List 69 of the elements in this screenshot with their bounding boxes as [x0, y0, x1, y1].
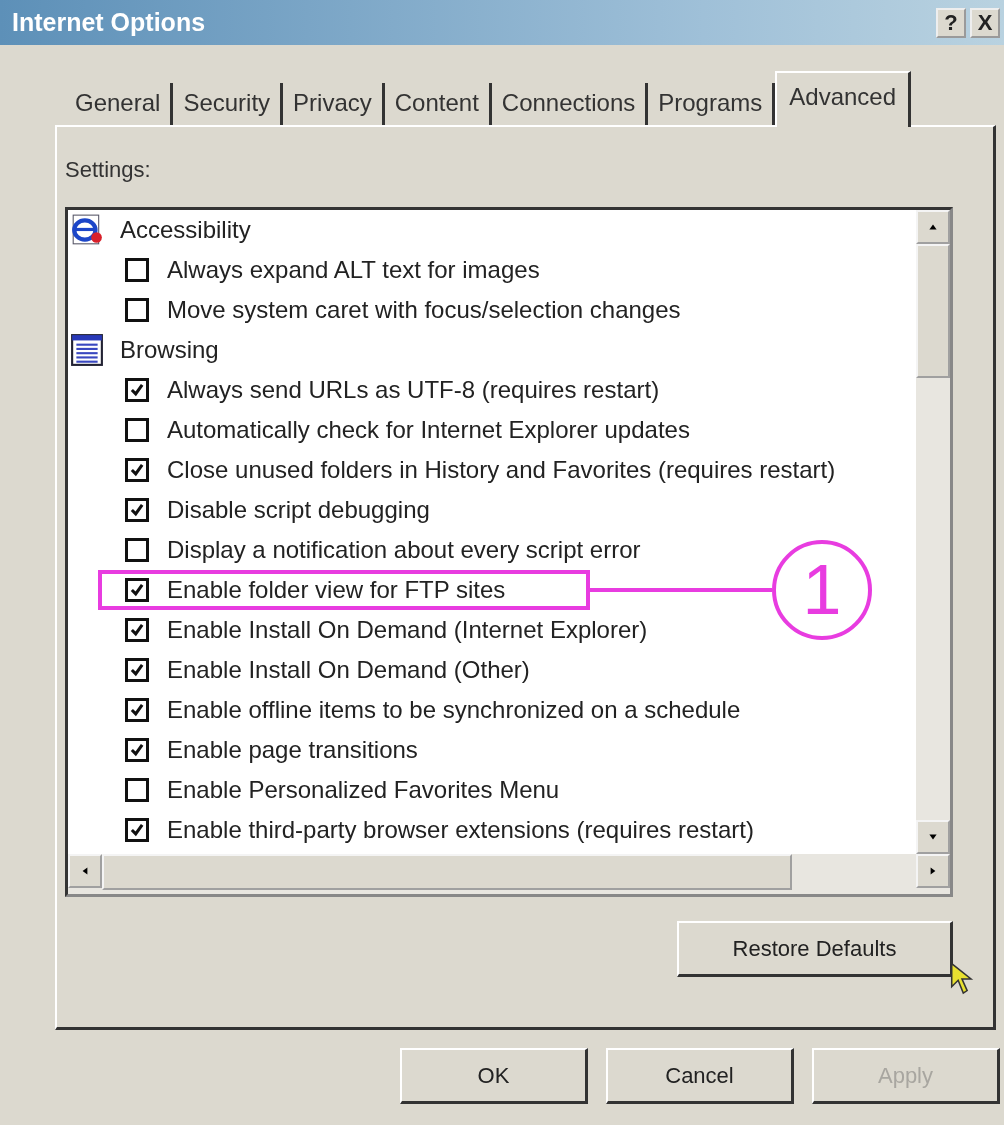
checkmark-icon: [128, 621, 146, 639]
callout-number: 1: [772, 540, 872, 640]
setting-row[interactable]: Enable page transitions: [98, 730, 590, 770]
setting-row[interactable]: Enable Install On Demand (Internet Explorer): [98, 610, 652, 650]
checkbox[interactable]: [125, 738, 149, 762]
checkbox[interactable]: [125, 538, 149, 562]
tab[interactable]: Advanced: [775, 71, 912, 127]
vertical-scrollbar[interactable]: [916, 210, 950, 854]
category-label: Browsing: [120, 336, 219, 364]
checkmark-icon: [128, 461, 146, 479]
checkbox[interactable]: [125, 778, 149, 802]
option-label: Always expand ALT text for images: [167, 256, 540, 284]
checkmark-icon: [128, 501, 146, 519]
browser-globe-icon: [70, 213, 104, 247]
option-label: Enable Install On Demand (Other): [167, 656, 530, 684]
window-title: Internet Options: [12, 8, 206, 37]
checkbox[interactable]: [125, 258, 149, 282]
option-label: Enable Personalized Favorites Menu: [167, 776, 560, 804]
checkbox[interactable]: [125, 658, 149, 682]
checkbox[interactable]: [125, 418, 149, 442]
setting-row[interactable]: Move system caret with focus/selection changes: [98, 290, 685, 330]
option-label: Move system caret with focus/selection changes: [167, 296, 681, 324]
checkbox[interactable]: [125, 298, 149, 322]
option-label: Disable script debugging: [167, 496, 430, 524]
dialog-button[interactable]: Cancel: [606, 1048, 794, 1104]
checkbox[interactable]: [125, 698, 149, 722]
setting-row[interactable]: Enable Install On Demand (Other): [98, 650, 590, 690]
setting-row[interactable]: Automatically check for Internet Explorer updates: [98, 410, 694, 450]
checkmark-icon: [128, 581, 146, 599]
setting-row[interactable]: Always send URLs as UTF-8 (requires restart): [98, 370, 664, 410]
restore-defaults-button[interactable]: Restore Defaults: [677, 921, 953, 977]
settings-label: Settings:: [65, 157, 152, 183]
checkmark-icon: [128, 661, 146, 679]
list-page-icon: [70, 333, 104, 367]
option-label: Enable Install On Demand (Internet Explorer): [167, 616, 648, 644]
option-label: Automatically check for Internet Explorer updates: [167, 416, 690, 444]
dialog-button[interactable]: OK: [400, 1048, 588, 1104]
mouse-pointer-icon: [949, 961, 975, 997]
setting-row[interactable]: Always expand ALT text for images: [98, 250, 590, 290]
option-label: Enable offline items to be synchronized on a schedule: [167, 696, 741, 724]
option-label: Display a notification about every script error: [167, 536, 641, 564]
close-button[interactable]: X: [970, 7, 1000, 38]
checkmark-icon: [128, 381, 146, 399]
help-button[interactable]: ?: [936, 7, 966, 38]
setting-row[interactable]: Enable folder view for FTP sites: [98, 570, 590, 610]
setting-row[interactable]: Enable Personalized Favorites Menu: [98, 770, 590, 810]
scroll-thumb[interactable]: [102, 854, 792, 890]
setting-row[interactable]: Enable third-party browser extensions (requires restart): [98, 810, 758, 850]
checkmark-icon: [128, 701, 146, 719]
option-label: Close unused folders in History and Favorites (requires restart): [167, 456, 836, 484]
setting-row[interactable]: Enable offline items to be synchronized on a schedule: [98, 690, 745, 730]
scroll-thumb[interactable]: [916, 244, 950, 378]
horizontal-scrollbar[interactable]: [68, 854, 950, 894]
category-label: Accessibility: [120, 216, 251, 244]
checkbox[interactable]: [125, 378, 149, 402]
option-label: Enable page transitions: [167, 736, 418, 764]
option-label: Always send URLs as UTF-8 (requires restart): [167, 376, 660, 404]
checkbox[interactable]: [125, 618, 149, 642]
checkmark-icon: [128, 741, 146, 759]
setting-row[interactable]: Close unused folders in History and Favorites (requires restart): [98, 450, 840, 490]
checkbox[interactable]: [125, 578, 149, 602]
option-label: Enable third-party browser extensions (requires restart): [167, 816, 754, 844]
option-label: Enable folder view for FTP sites: [167, 576, 506, 604]
checkbox[interactable]: [125, 498, 149, 522]
checkmark-icon: [128, 821, 146, 839]
checkbox[interactable]: [125, 458, 149, 482]
checkbox[interactable]: [125, 818, 149, 842]
setting-row[interactable]: Disable script debugging: [98, 490, 590, 530]
setting-row[interactable]: Display a notification about every script error: [98, 530, 645, 570]
